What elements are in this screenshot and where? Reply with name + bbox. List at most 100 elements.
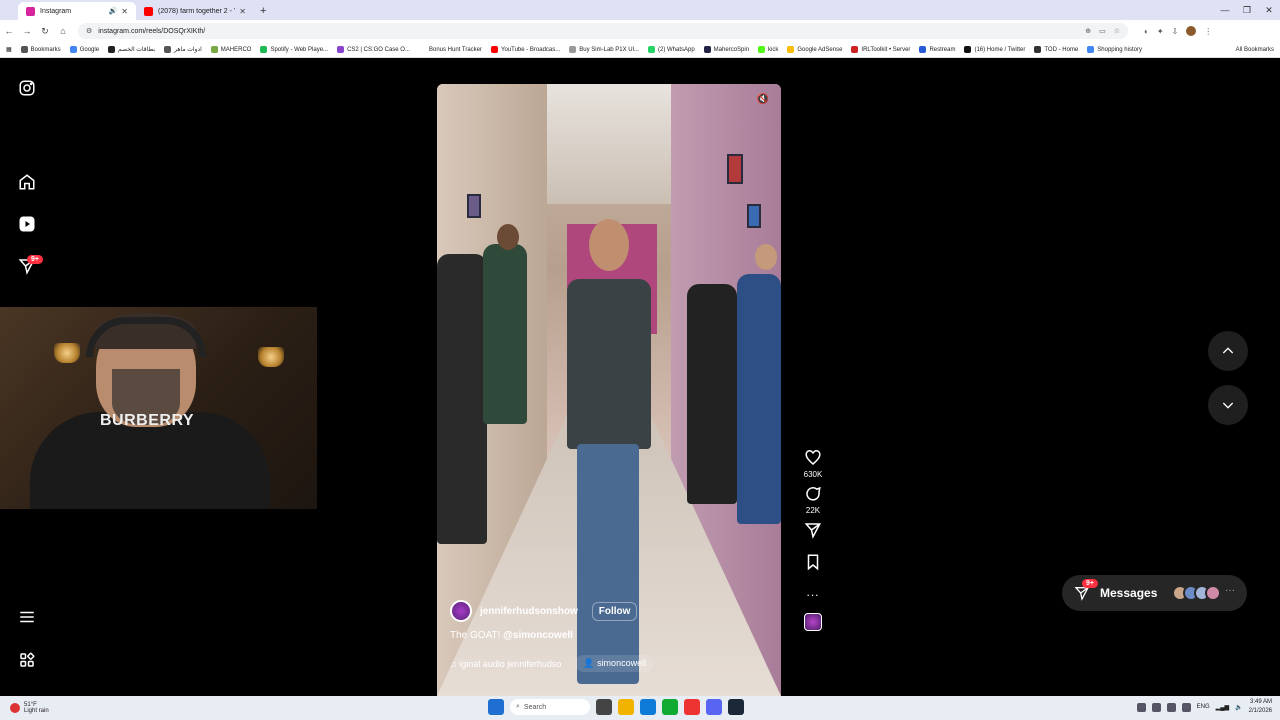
bookmark-item[interactable]: Restream <box>919 46 955 53</box>
author-avatar[interactable] <box>450 600 472 622</box>
bookmark-item[interactable]: kick <box>758 46 778 53</box>
like-button[interactable]: 630K <box>800 449 826 479</box>
download-icon[interactable]: ⇩ <box>1172 27 1179 36</box>
cast-icon[interactable]: ▭ <box>1099 27 1106 35</box>
tab-instagram[interactable]: Instagram 🔊 ✕ <box>18 2 136 20</box>
more-menu-icon[interactable] <box>18 608 36 626</box>
comment-button[interactable]: 22K <box>800 485 826 515</box>
weather-widget[interactable]: 51°F Light rain <box>10 702 310 714</box>
start-icon[interactable] <box>488 699 504 715</box>
tray-icon[interactable] <box>1151 702 1161 712</box>
home-icon[interactable]: ⌂ <box>54 26 72 36</box>
bookmark-label: MAHERCO <box>220 46 252 53</box>
save-button[interactable] <box>800 553 826 571</box>
bookmark-label: Google AdSense <box>797 46 843 53</box>
bookmark-item[interactable]: بطاقات الخصم <box>108 46 155 53</box>
bookmark-favicon-icon <box>569 46 577 53</box>
bookmark-item[interactable]: Shopping history <box>1087 46 1142 53</box>
language-indicator[interactable]: ENG <box>1197 704 1210 710</box>
address-bar[interactable]: ⚙ instagram.com/reels/DOSQrXIKth/ ⊕ ▭ ☆ <box>78 23 1128 39</box>
bookmark-favicon-icon <box>758 46 766 53</box>
reels-icon[interactable] <box>18 215 36 233</box>
lamp <box>258 347 284 367</box>
bookmark-item[interactable]: Google AdSense <box>787 46 842 53</box>
like-count: 630K <box>803 470 823 479</box>
bookmark-item[interactable]: Bonus Hunt Tracker <box>418 46 482 53</box>
bookmark-item[interactable]: CS2 | CS:GO Case O... <box>337 46 410 53</box>
bookmark-item[interactable]: Bookmarks <box>20 46 61 53</box>
tray-icon[interactable] <box>1136 702 1146 712</box>
task-view-icon[interactable] <box>596 699 612 715</box>
also-from-meta-icon[interactable] <box>18 651 36 669</box>
edge-icon[interactable] <box>640 699 656 715</box>
window-controls: — ❐ ✕ <box>1214 0 1280 20</box>
volume-icon[interactable]: 🔈 <box>1235 704 1242 711</box>
forward-icon[interactable]: → <box>18 26 36 36</box>
maximize-icon[interactable]: ❐ <box>1236 0 1258 20</box>
bookmark-item[interactable]: Buy Sim-Lab P1X Ul... <box>569 46 639 53</box>
more-options-button[interactable]: ... <box>800 585 826 599</box>
bookmark-item[interactable]: Spotify - Web Playe... <box>260 46 328 53</box>
tray-icon[interactable] <box>1181 702 1191 712</box>
follow-button[interactable]: Follow <box>591 601 638 621</box>
notification-badge: 9+ <box>27 255 43 264</box>
muted-sound-icon[interactable]: 🔇 <box>757 94 769 105</box>
bookmark-star-icon[interactable]: ☆ <box>1114 27 1120 35</box>
previous-reel-button[interactable] <box>1208 331 1248 371</box>
bookmark-favicon-icon <box>260 46 268 53</box>
bookmark-item[interactable]: Google <box>69 46 99 53</box>
bookmark-item[interactable]: (2) WhatsApp <box>647 46 695 53</box>
extensions-puzzle-icon[interactable]: ✦ <box>1157 27 1164 36</box>
bookmark-item[interactable]: MahercoSpin <box>703 46 749 53</box>
home-icon[interactable] <box>18 173 36 191</box>
steam-icon[interactable] <box>728 699 744 715</box>
audio-link[interactable]: ♫ iginal audio jenniferhudso <box>450 659 561 669</box>
instagram-logo-icon[interactable] <box>18 79 36 97</box>
bookmark-label: kick <box>768 46 779 53</box>
bookmark-item[interactable]: IRLToolkit • Server <box>851 46 910 53</box>
bookmark-item[interactable]: MAHERCO <box>210 46 252 53</box>
all-bookmarks-button[interactable]: All Bookmarks <box>1236 47 1274 53</box>
app-icon[interactable] <box>662 699 678 715</box>
clock[interactable]: 3:49 AM 2/1/2026 <box>1249 698 1272 716</box>
explorer-icon[interactable] <box>618 699 634 715</box>
chrome-icon[interactable] <box>684 699 700 715</box>
close-window-icon[interactable]: ✕ <box>1258 0 1280 20</box>
speaker-icon[interactable]: 🔊 <box>109 7 118 15</box>
author-name[interactable]: jenniferhudsonshow <box>480 606 578 617</box>
next-reel-button[interactable] <box>1208 385 1248 425</box>
minimize-icon[interactable]: — <box>1214 0 1236 20</box>
new-tab-button[interactable]: + <box>260 2 266 20</box>
bookmark-item[interactable]: TOD - Home <box>1034 46 1078 53</box>
network-icon[interactable]: ▂▄▆ <box>1216 704 1229 711</box>
tray-icon[interactable] <box>1166 702 1176 712</box>
messages-button[interactable]: 9+ Messages ··· <box>1062 575 1247 611</box>
weather-icon <box>10 703 20 713</box>
site-info-icon[interactable]: ⚙ <box>86 27 92 35</box>
extension-icon[interactable]: ◐ <box>1144 27 1149 36</box>
caption-mention[interactable]: @simoncowell <box>503 630 573 641</box>
menu-icon[interactable]: ⋮ <box>1204 27 1212 36</box>
bookmark-item[interactable]: (16) Home / Twitter <box>964 46 1025 53</box>
bookmark-item[interactable]: ادوات ماهر <box>164 46 202 53</box>
comment-icon <box>806 486 821 501</box>
headphones <box>86 317 206 357</box>
zoom-icon[interactable]: ⊕ <box>1085 27 1091 35</box>
close-tab-icon[interactable]: ✕ <box>239 7 246 16</box>
profile-avatar[interactable] <box>1186 26 1197 36</box>
back-icon[interactable]: ← <box>0 26 18 36</box>
close-tab-icon[interactable]: ✕ <box>121 7 128 16</box>
discord-icon[interactable] <box>706 699 722 715</box>
tagged-user-chip[interactable]: 👤 simoncowell <box>575 655 655 672</box>
reload-icon[interactable]: ↻ <box>36 26 54 37</box>
bookmark-item[interactable]: YouTube - Broadcas... <box>491 46 560 53</box>
share-button[interactable] <box>800 521 826 539</box>
bookmark-label: Bookmarks <box>30 46 61 53</box>
system-tray: ENG ▂▄▆ 🔈 3:49 AM 2/1/2026 <box>1136 698 1272 716</box>
apps-icon[interactable]: ▦ <box>6 46 12 53</box>
original-audio-button[interactable] <box>800 613 826 631</box>
tab-youtube[interactable]: (2078) farm together 2 - YouTu... ✕ <box>136 2 254 20</box>
crowd-person <box>687 284 737 504</box>
chevron-down-icon <box>1222 402 1234 409</box>
taskbar-search[interactable]: ⌕ Search <box>510 699 590 715</box>
